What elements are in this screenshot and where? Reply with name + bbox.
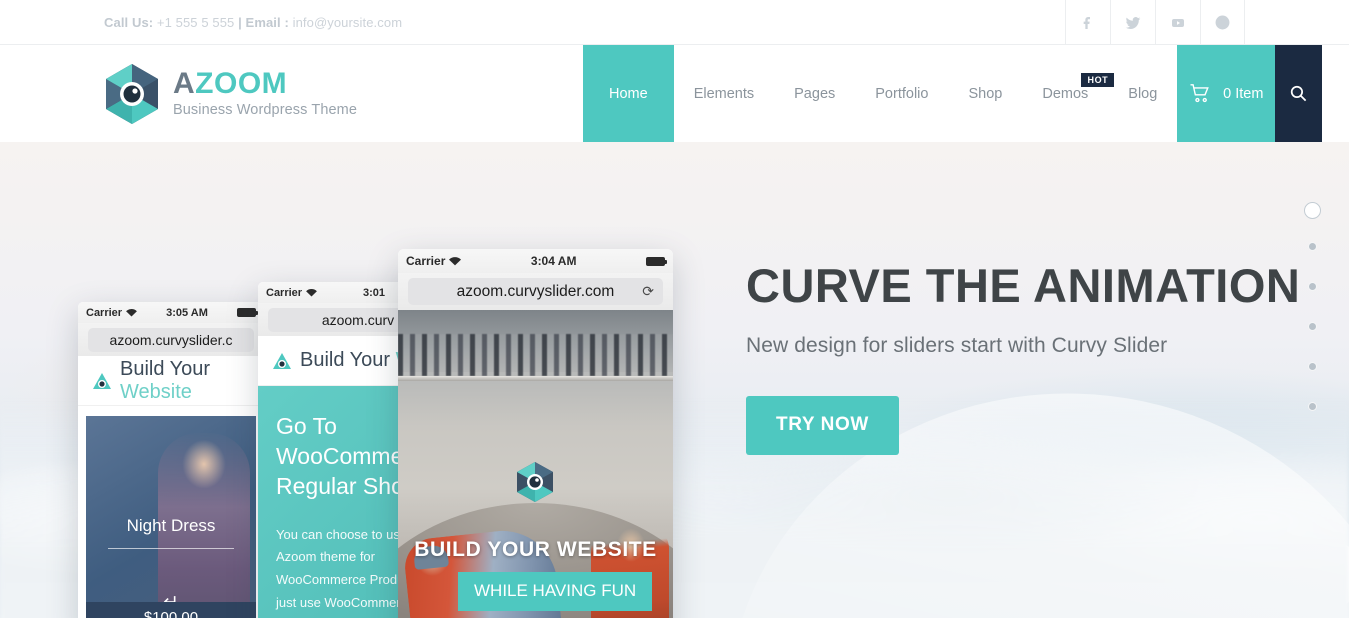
youtube-icon[interactable] <box>1155 0 1200 45</box>
phone-headline: BUILD YOUR WEBSITE <box>414 538 657 561</box>
social-links <box>1065 0 1245 45</box>
nav-label-elements: Elements <box>693 85 755 102</box>
cart-icon <box>1190 84 1209 103</box>
ios-status-bar: Carrier 3:04 AM <box>398 249 673 273</box>
carrier-text: Carrier <box>406 254 446 268</box>
slide-dot-4[interactable] <box>1308 322 1317 331</box>
nav-item-home[interactable]: Home <box>583 45 674 142</box>
hero-content: CURVE THE ANIMATION New design for slide… <box>746 262 1300 455</box>
phone-subline: WHILE HAVING FUN <box>458 572 653 611</box>
slide-dot-5[interactable] <box>1308 362 1317 371</box>
nav-item-shop[interactable]: Shop <box>948 45 1022 142</box>
nav-item-elements[interactable]: Elements <box>674 45 774 142</box>
ios-status-bar: Carrier 3:05 AM <box>78 302 264 323</box>
nav-label-portfolio: Portfolio <box>875 85 929 102</box>
slide-dot-navigation <box>1304 202 1321 442</box>
search-icon <box>1291 85 1307 102</box>
slide-dot-1-active[interactable] <box>1304 202 1321 219</box>
azoom-badge-icon <box>517 462 553 502</box>
site-title: Build Your Website <box>120 358 264 404</box>
contact-info: Call Us: +1 555 5 555 | Email : info@you… <box>104 15 402 30</box>
hero-slider: CURVE THE ANIMATION New design for slide… <box>0 142 1349 618</box>
scroll-down-chevron-icon[interactable]: ⌄ <box>398 608 673 618</box>
status-time: 3:01 <box>363 286 386 299</box>
call-us-label: Call Us: <box>104 14 154 30</box>
reload-icon[interactable]: ⟳ <box>642 283 654 300</box>
nav-label-demos: Demos <box>1042 85 1089 102</box>
carrier-text: Carrier <box>86 306 123 319</box>
product-card[interactable]: Night Dress ↵ <box>86 416 256 618</box>
logo[interactable]: AZOOM Business Wordpress Theme <box>104 45 357 142</box>
wifi-icon <box>449 257 462 266</box>
slide-dot-3[interactable] <box>1308 282 1317 291</box>
triangle-logo-icon <box>273 352 291 369</box>
nav-item-demos[interactable]: Demos HOT <box>1022 45 1115 142</box>
top-bar: Call Us: +1 555 5 555 | Email : info@you… <box>0 0 1349 45</box>
battery-icon <box>236 308 258 317</box>
slide-dot-2[interactable] <box>1308 242 1317 251</box>
site-title-teal: Website <box>120 380 192 403</box>
url-text[interactable]: azoom.curvyslider.com ⟳ <box>408 278 663 305</box>
carrier-label: Carrier <box>266 287 317 299</box>
product-price: $100.00 <box>86 602 256 618</box>
brand-title-a: A <box>173 67 196 100</box>
wifi-icon <box>126 309 137 317</box>
site-header: AZOOM Business Wordpress Theme Home Elem… <box>0 45 1349 142</box>
search-button[interactable] <box>1275 45 1323 142</box>
product-divider <box>108 548 234 549</box>
logo-text: AZOOM Business Wordpress Theme <box>173 69 357 119</box>
brand-tagline: Business Wordpress Theme <box>173 102 357 118</box>
phone-site-header: Build Your Website <box>78 356 264 406</box>
hero-subtitle: New design for sliders start with Curvy … <box>746 334 1168 357</box>
hero-title: CURVE THE ANIMATION <box>746 259 1301 312</box>
try-now-button[interactable]: TRY NOW <box>746 396 899 455</box>
nav-label-shop: Shop <box>968 85 1003 102</box>
cart-count-label: 0 Item <box>1223 85 1264 102</box>
site-title-dark: Build Your <box>300 349 396 371</box>
url-text[interactable]: azoom.curvyslider.c <box>88 327 254 352</box>
nav-label-home: Home <box>609 85 648 102</box>
facebook-icon[interactable] <box>1065 0 1110 45</box>
nav-label-blog: Blog <box>1128 85 1158 102</box>
azoom-logo-icon <box>106 63 158 124</box>
product-name: Night Dress <box>126 516 216 535</box>
browser-url-bar[interactable]: azoom.curvyslider.c <box>78 323 264 356</box>
nav-item-blog[interactable]: Blog <box>1108 45 1177 142</box>
wifi-icon <box>306 289 317 297</box>
hero-photo-skatepark: BUILD YOUR WEBSITE WHILE HAVING FUN ⌄ <box>398 310 673 618</box>
carrier-label: Carrier <box>86 307 137 319</box>
nav-item-pages[interactable]: Pages <box>774 45 855 142</box>
brand-title-zoom: ZOOM <box>195 67 288 100</box>
browser-url-bar[interactable]: azoom.curvyslider.com ⟳ <box>398 273 673 310</box>
status-time: 3:04 AM <box>530 254 577 268</box>
battery-icon <box>646 256 667 266</box>
brand-title: AZOOM <box>173 69 357 99</box>
phone-mockup-left: Carrier 3:05 AM azoom.curvyslider.c Buil… <box>78 302 264 618</box>
phone-mockup-front: Carrier 3:04 AM azoom.curvyslider.com ⟳ <box>398 249 673 618</box>
status-time: 3:05 AM <box>166 306 208 319</box>
triangle-logo-icon <box>93 372 111 389</box>
nav-item-portfolio[interactable]: Portfolio <box>855 45 948 142</box>
photo-crowd <box>398 334 673 376</box>
twitter-icon[interactable] <box>1110 0 1155 45</box>
carrier-label: Carrier <box>406 254 462 268</box>
phone-number[interactable]: +1 555 5 555 <box>153 15 238 30</box>
email-label: Email : <box>245 14 289 30</box>
photo-rail <box>398 376 673 381</box>
nav-label-pages: Pages <box>794 85 836 102</box>
email-address[interactable]: info@yoursite.com <box>289 15 402 30</box>
slide-dot-6[interactable] <box>1308 402 1317 411</box>
site-title-dark: Build Your <box>120 357 211 380</box>
cart-button[interactable]: 0 Item <box>1177 45 1276 142</box>
carrier-text: Carrier <box>266 286 303 299</box>
dribbble-icon[interactable] <box>1200 0 1245 45</box>
main-navigation: Home Elements Pages Portfolio Shop Demos… <box>583 45 1349 142</box>
contact-separator: | <box>238 14 246 30</box>
